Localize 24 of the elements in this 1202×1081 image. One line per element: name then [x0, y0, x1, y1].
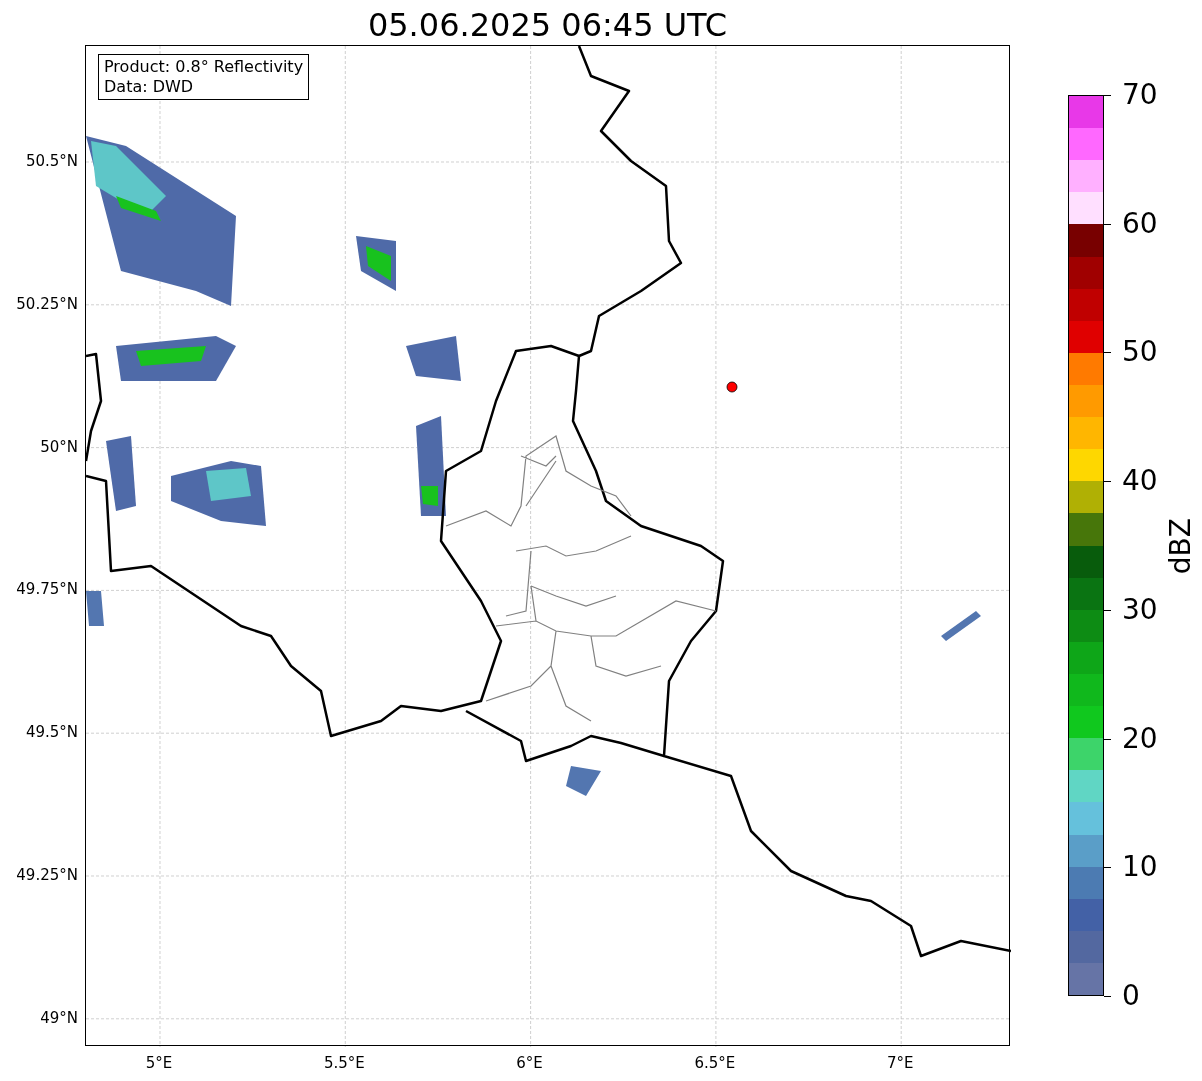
longitude-label: 6.5°E	[694, 1054, 736, 1072]
longitude-label: 7°E	[886, 1054, 914, 1072]
chart-title: 05.06.2025 06:45 UTC	[366, 5, 729, 46]
latitude-label: 50°N	[40, 437, 78, 456]
longitude-label: 5.5°E	[323, 1054, 365, 1072]
latitude-label: 50.25°N	[16, 294, 78, 313]
latitude-label: 50.5°N	[25, 152, 78, 170]
colorbar-tick-label: 30	[1122, 593, 1158, 626]
latitude-label: 49.5°N	[25, 723, 78, 742]
colorbar-tick-label: 20	[1122, 722, 1158, 755]
colorbar-tick-label: 0	[1122, 980, 1140, 1012]
colorbar-tick-label: 70	[1122, 79, 1158, 111]
latitude-label: 49.75°N	[16, 580, 78, 599]
colorbar-label: dBZ	[1164, 518, 1198, 575]
location-marker	[726, 381, 738, 393]
info-box: Product: 0.8° Reflectivity Data: DWD	[98, 54, 310, 100]
colorbar-tick-label: 40	[1122, 465, 1158, 498]
colorbar-tick-label: 60	[1122, 207, 1158, 240]
colorbar-tick-label: 10	[1122, 851, 1158, 884]
longitude-label: 5°E	[145, 1054, 173, 1072]
latitude-label: 49.25°N	[16, 866, 78, 884]
latitude-label: 49°N	[40, 1008, 78, 1027]
colorbar-tick-label: 50	[1122, 336, 1158, 369]
longitude-label: 6°E	[516, 1054, 543, 1072]
